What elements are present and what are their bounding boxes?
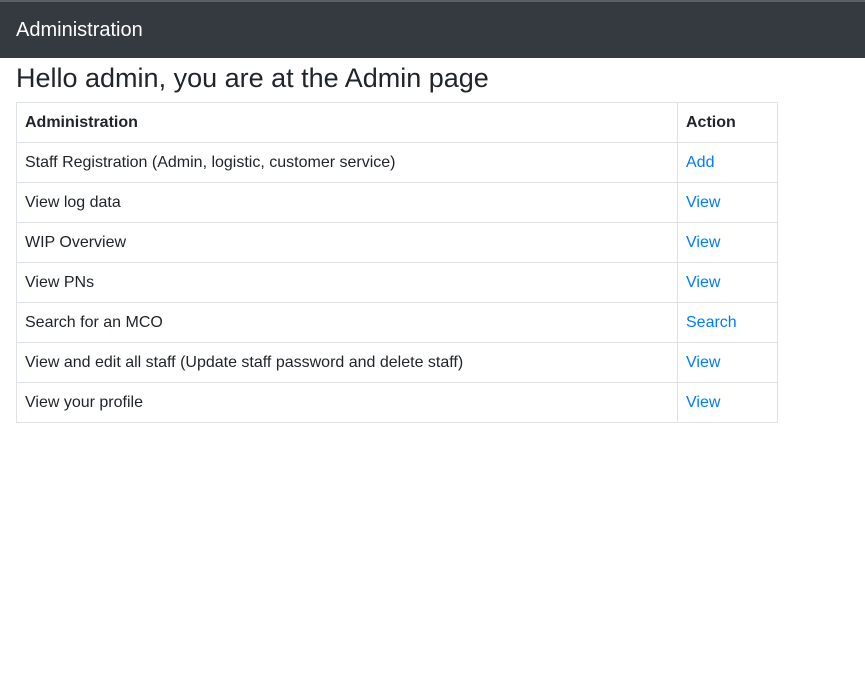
row-label-wip-overview: WIP Overview xyxy=(16,222,678,264)
table-row: Staff Registration (Admin, logistic, cus… xyxy=(16,142,778,184)
main-content: Hello admin, you are at the Admin page A… xyxy=(0,62,865,424)
table-row: View PNs View xyxy=(16,262,778,304)
row-label-profile: View your profile xyxy=(16,382,678,424)
view-edit-staff-link[interactable]: View xyxy=(686,354,720,371)
row-action-cell: View xyxy=(677,342,778,384)
view-wip-overview-link[interactable]: View xyxy=(686,234,720,251)
table-row: Search for an MCO Search xyxy=(16,302,778,344)
table-row: View log data View xyxy=(16,182,778,224)
view-log-data-link[interactable]: View xyxy=(686,194,720,211)
navbar-brand[interactable]: Administration xyxy=(16,20,143,40)
search-mco-link[interactable]: Search xyxy=(686,314,737,331)
row-label-edit-staff: View and edit all staff (Update staff pa… xyxy=(16,342,678,384)
row-action-cell: View xyxy=(677,182,778,224)
row-action-cell: Add xyxy=(677,142,778,184)
page-title: Hello admin, you are at the Admin page xyxy=(16,63,489,93)
row-action-cell: View xyxy=(677,382,778,424)
header-administration: Administration xyxy=(16,102,678,144)
row-action-cell: View xyxy=(677,262,778,304)
table-row: WIP Overview View xyxy=(16,222,778,264)
row-label-search-mco: Search for an MCO xyxy=(16,302,678,344)
view-profile-link[interactable]: View xyxy=(686,394,720,411)
top-navbar: Administration xyxy=(0,2,865,58)
row-action-cell: View xyxy=(677,222,778,264)
table-row: View and edit all staff (Update staff pa… xyxy=(16,342,778,384)
row-label-view-pns: View PNs xyxy=(16,262,678,304)
view-pns-link[interactable]: View xyxy=(686,274,720,291)
table-header-row: Administration Action xyxy=(16,102,778,144)
admin-table: Administration Action Staff Registration… xyxy=(16,102,778,424)
table-row: View your profile View xyxy=(16,382,778,424)
row-action-cell: Search xyxy=(677,302,778,344)
header-action: Action xyxy=(677,102,778,144)
row-label-staff-registration: Staff Registration (Admin, logistic, cus… xyxy=(16,142,678,184)
row-label-log-data: View log data xyxy=(16,182,678,224)
add-staff-link[interactable]: Add xyxy=(686,154,714,171)
